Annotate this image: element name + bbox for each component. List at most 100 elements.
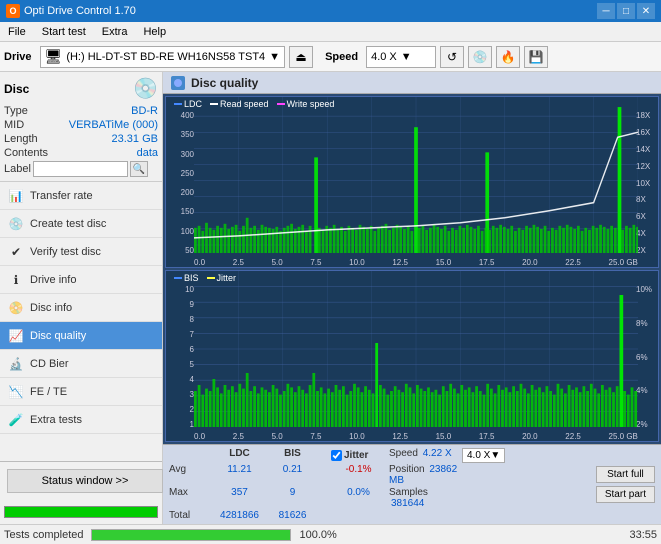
menu-bar: File Start test Extra Help (0, 22, 661, 42)
disc-label-input[interactable] (33, 161, 128, 177)
burn-button[interactable]: 🔥 (496, 46, 520, 68)
disc-info-icon: 📀 (8, 300, 24, 316)
disc-type-value: BD-R (131, 105, 158, 117)
title-bar: O Opti Drive Control 1.70 ─ □ ✕ (0, 0, 661, 22)
ldc-legend-label: LDC (184, 99, 202, 109)
stats-grid: LDC BIS Jitter Speed 4.22 X 4.0 X▼ (169, 448, 532, 521)
bis-legend-dot (174, 277, 182, 279)
jitter-checkbox[interactable] (331, 450, 342, 461)
speed-label: Speed (325, 51, 358, 63)
disc-length-value: 23.31 GB (112, 133, 158, 145)
sidebar-status-indicator (4, 502, 158, 522)
menu-file[interactable]: File (0, 22, 34, 41)
sidebar-item-verify-test-disc[interactable]: ✔ Verify test disc (0, 238, 162, 266)
speed-settings-button[interactable]: ↺ (440, 46, 464, 68)
charts-area: LDC Read speed Write speed 400 350 30 (163, 94, 661, 444)
disc-length-row: Length 23.31 GB (4, 133, 158, 145)
chart-bis: BIS Jitter 10 9 8 7 6 5 4 3 (165, 270, 659, 442)
disc-contents-label: Contents (4, 147, 48, 159)
drive-select[interactable]: 🖥 (H:) HL-DT-ST BD-RE WH16NS58 TST4 ▼ (40, 46, 286, 68)
ldc-legend-dot (174, 103, 182, 105)
chart-ldc: LDC Read speed Write speed 400 350 30 (165, 96, 659, 268)
action-buttons: Start full Start part (596, 466, 655, 503)
speed-select[interactable]: 4.0 X ▼ (366, 46, 436, 68)
menu-start-test[interactable]: Start test (34, 22, 94, 41)
speed-header-label: Speed (389, 448, 418, 459)
max-bis: 9 (270, 487, 315, 509)
start-full-button[interactable]: Start full (596, 466, 655, 483)
create-test-disc-icon: 💿 (8, 216, 24, 232)
sidebar-item-fe-te[interactable]: 📉 FE / TE (0, 378, 162, 406)
avg-label: Avg (169, 464, 209, 486)
sidebar-item-cd-bier[interactable]: 🔬 CD Bier (0, 350, 162, 378)
position-label: Position (389, 464, 425, 475)
sidebar-item-create-test-disc[interactable]: 💿 Create test disc (0, 210, 162, 238)
total-bis: 81626 (270, 510, 315, 521)
sidebar-item-label-extra-tests: Extra tests (30, 414, 82, 426)
menu-extra[interactable]: Extra (94, 22, 136, 41)
close-button[interactable]: ✕ (637, 3, 655, 19)
status-window-button[interactable]: Status window >> (7, 469, 163, 493)
jitter-legend-label: Jitter (217, 273, 237, 283)
speed-select-group[interactable]: 4.0 X▼ (462, 448, 532, 463)
chart1-svg (194, 97, 638, 253)
disc-contents-value: data (137, 147, 158, 159)
menu-help[interactable]: Help (135, 22, 174, 41)
sidebar-item-transfer-rate[interactable]: 📊 Transfer rate (0, 182, 162, 210)
read-speed-legend-dot (210, 103, 218, 105)
legend-read-speed: Read speed (210, 99, 269, 109)
avg-ldc: 11.21 (212, 464, 267, 486)
sidebar-item-label-fe-te: FE / TE (30, 386, 67, 398)
disc-label-browse-button[interactable]: 🔍 (130, 161, 148, 177)
sidebar-item-label-disc-quality: Disc quality (30, 330, 86, 342)
samples-value: 381644 (391, 498, 424, 509)
position-row: Position 23862 MB (389, 464, 459, 486)
write-speed-legend-label: Write speed (287, 99, 335, 109)
save-button[interactable]: 💾 (524, 46, 548, 68)
bottom-status-text: Tests completed (4, 529, 83, 541)
chart2-svg (194, 271, 638, 427)
chart1-legend: LDC Read speed Write speed (174, 99, 334, 109)
cd-bier-icon: 🔬 (8, 356, 24, 372)
disc-button[interactable]: 💿 (468, 46, 492, 68)
speed-value: 4.0 X (371, 51, 397, 63)
samples-row: Samples 381644 (389, 487, 459, 509)
samples-label: Samples (389, 487, 428, 498)
ldc-header: LDC (212, 448, 267, 463)
max-label: Max (169, 487, 209, 509)
speed-header-value: 4.22 X (423, 448, 452, 459)
chart2-legend: BIS Jitter (174, 273, 236, 283)
start-part-button[interactable]: Start part (596, 486, 655, 503)
jitter-check-group: Jitter (331, 448, 386, 463)
fe-te-icon: 📉 (8, 384, 24, 400)
verify-test-disc-icon: ✔ (8, 244, 24, 260)
drive-icon: 🖥 (45, 48, 63, 65)
sidebar-item-extra-tests[interactable]: 🧪 Extra tests (0, 406, 162, 434)
sidebar-item-label-create-test-disc: Create test disc (30, 218, 106, 230)
app-icon: O (6, 4, 20, 18)
sidebar-item-disc-info[interactable]: 📀 Disc info (0, 294, 162, 322)
sidebar-item-drive-info[interactable]: ℹ Drive info (0, 266, 162, 294)
window-title: Opti Drive Control 1.70 (24, 5, 136, 17)
chart2-x-labels: 0.0 2.5 5.0 7.5 10.0 12.5 15.0 17.5 20.0… (194, 432, 638, 441)
bis-header: BIS (270, 448, 315, 463)
disc-label-field-label: Label (4, 163, 31, 175)
disc-panel-header: Disc 💿 (4, 76, 158, 101)
disc-quality-header-icon (171, 76, 185, 90)
chart1-x-labels: 0.0 2.5 5.0 7.5 10.0 12.5 15.0 17.5 20.0… (194, 258, 638, 267)
bis-legend-label: BIS (184, 273, 199, 283)
eject-button[interactable]: ⏏ (289, 46, 313, 68)
speed-dropdown[interactable]: 4.0 X▼ (462, 448, 505, 463)
chart1-y-right: 18X 16X 14X 12X 10X 8X 6X 4X 2X (636, 97, 658, 267)
avg-jitter: -0.1% (331, 464, 386, 486)
chart2-y-right: 10% 8% 6% 4% 2% (636, 271, 658, 441)
jitter-header-label: Jitter (344, 450, 368, 461)
jitter-legend-dot (207, 277, 215, 279)
legend-jitter: Jitter (207, 273, 237, 283)
sidebar-item-label-cd-bier: CD Bier (30, 358, 69, 370)
maximize-button[interactable]: □ (617, 3, 635, 19)
sidebar: Disc 💿 Type BD-R MID VERBATiMe (000) Len… (0, 72, 163, 524)
minimize-button[interactable]: ─ (597, 3, 615, 19)
bottom-time: 33:55 (629, 529, 657, 541)
sidebar-item-disc-quality[interactable]: 📈 Disc quality (0, 322, 162, 350)
